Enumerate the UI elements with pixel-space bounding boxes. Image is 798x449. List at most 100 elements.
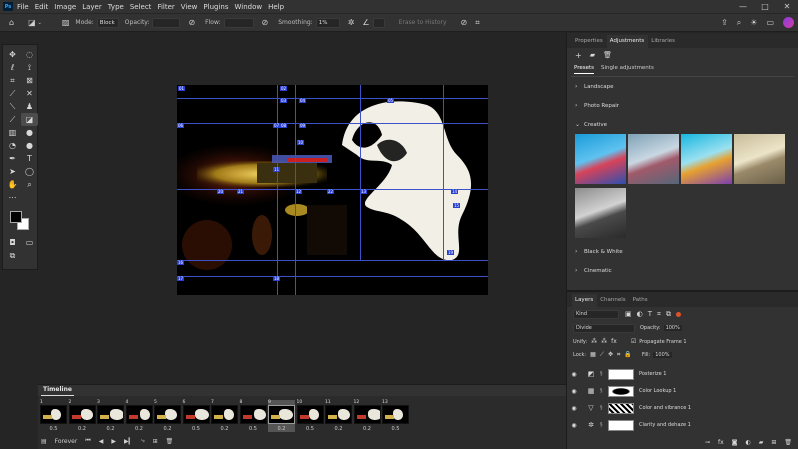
move-icon[interactable]: ✥ bbox=[4, 48, 21, 61]
new-adjustment-icon[interactable]: ◐ bbox=[745, 439, 750, 446]
slice-label[interactable]: 02 bbox=[280, 86, 288, 91]
airbrush-icon[interactable]: ⊘ bbox=[262, 18, 269, 27]
fx-icon[interactable]: fx bbox=[718, 439, 724, 446]
folder-icon[interactable]: ▰ bbox=[590, 51, 595, 59]
filter-adjustment-icon[interactable]: ◐ bbox=[637, 310, 643, 318]
frame-delay[interactable]: 0.2 bbox=[154, 426, 181, 432]
menu-plugins[interactable]: Plugins bbox=[203, 3, 228, 11]
layer-mask[interactable] bbox=[608, 402, 634, 414]
menu-type[interactable]: Type bbox=[108, 3, 124, 11]
next-frame-icon[interactable]: ▶▎ bbox=[124, 438, 133, 445]
slice-label[interactable]: 05 bbox=[387, 98, 395, 103]
unify-style-icon[interactable]: fx bbox=[611, 338, 617, 345]
new-frame-icon[interactable]: ⊞ bbox=[153, 438, 158, 445]
loop-select[interactable]: Forever bbox=[55, 438, 78, 445]
link-icon[interactable]: § bbox=[600, 405, 606, 411]
subtab-single-adjustments[interactable]: Single adjustments bbox=[601, 65, 654, 73]
slice-label[interactable]: 12 bbox=[295, 189, 303, 194]
frame-delay[interactable]: 0.2 bbox=[325, 426, 352, 432]
blend-mode-select[interactable]: Divide bbox=[573, 323, 635, 333]
frame-thumbnail[interactable] bbox=[268, 405, 295, 424]
home-icon[interactable]: ⌂ bbox=[9, 18, 14, 27]
timeline-frame[interactable]: 10 0.5 bbox=[296, 400, 324, 432]
lock-position-icon[interactable]: ✥ bbox=[608, 351, 613, 358]
erase-to-history-label[interactable]: Erase to History bbox=[399, 19, 447, 26]
search-icon[interactable]: ⌕ bbox=[737, 18, 741, 28]
frame-delay[interactable]: 0.2 bbox=[268, 426, 295, 432]
filter-shape-icon[interactable]: ⌗ bbox=[657, 310, 661, 319]
slice-label[interactable]: 09 bbox=[299, 123, 307, 128]
propagate-checkbox[interactable]: ☑ bbox=[631, 338, 636, 345]
frame-thumbnail[interactable] bbox=[239, 405, 267, 424]
opacity-field[interactable] bbox=[152, 17, 181, 28]
slice-label[interactable]: 11 bbox=[273, 167, 281, 172]
frame-icon[interactable]: ⊠ bbox=[21, 74, 38, 87]
foreground-color[interactable] bbox=[10, 211, 22, 223]
workspace-icon[interactable]: ▭ bbox=[766, 18, 774, 27]
frame-thumbnail[interactable] bbox=[97, 405, 124, 424]
frame-thumbnail[interactable] bbox=[296, 405, 324, 424]
layer-name[interactable]: Posterize 1 bbox=[639, 371, 666, 377]
pressure-size-icon[interactable]: ⊘ bbox=[461, 18, 468, 27]
link-layers-icon[interactable]: ⊸ bbox=[705, 439, 710, 446]
close-button[interactable]: ✕ bbox=[776, 0, 798, 13]
tab-layers[interactable]: Layers bbox=[572, 294, 598, 307]
kind-filter[interactable]: Kind bbox=[573, 309, 619, 319]
symmetry-icon[interactable]: ⌗ bbox=[475, 18, 480, 28]
tab-channels[interactable]: Channels bbox=[597, 297, 629, 307]
discover-icon[interactable]: ☀ bbox=[750, 18, 757, 27]
timeline-frame[interactable]: 2 0.2 bbox=[68, 400, 96, 432]
slice-label[interactable]: 22 bbox=[327, 189, 335, 194]
quick-select-icon[interactable]: ⟟ bbox=[21, 61, 38, 74]
color-swatches[interactable] bbox=[3, 208, 37, 234]
timeline-frame[interactable]: 5 0.2 bbox=[154, 400, 181, 432]
smoothing-field[interactable]: 1% bbox=[315, 17, 340, 28]
play-icon[interactable]: ▶ bbox=[111, 438, 116, 445]
slice-label[interactable]: 19 bbox=[447, 250, 455, 255]
document-canvas[interactable]: 01 02 03 04 05 06 07 08 09 10 11 12 13 14 15 16 17 18 19 20… bbox=[177, 85, 488, 295]
menu-filter[interactable]: Filter bbox=[157, 3, 174, 11]
slice-label[interactable]: 17 bbox=[177, 276, 185, 281]
fill-field[interactable]: 100% bbox=[653, 351, 672, 358]
layer-row[interactable]: ◉ ▦ § Color Lookup 1 bbox=[567, 383, 793, 399]
timeline-frame[interactable]: 7 0.2 bbox=[211, 400, 238, 432]
delete-frame-icon[interactable]: 🗑 bbox=[166, 438, 174, 445]
frame-delay[interactable]: 0.2 bbox=[126, 426, 153, 432]
dodge-icon[interactable]: ◔ bbox=[4, 139, 21, 152]
lock-all-icon[interactable]: 🔒 bbox=[624, 351, 631, 358]
timeline-frame[interactable]: 4 0.2 bbox=[125, 400, 153, 432]
eraser-tool-icon[interactable]: ◪ bbox=[28, 18, 36, 27]
quick-mask-icon[interactable]: ◘ bbox=[4, 236, 21, 249]
tween-icon[interactable]: ⤷ bbox=[141, 437, 144, 445]
layer-name[interactable]: Color Lookup 1 bbox=[639, 388, 676, 394]
slice-label[interactable]: 01 bbox=[178, 86, 186, 91]
gradient-icon[interactable]: ▥ bbox=[4, 126, 21, 139]
tab-adjustments[interactable]: Adjustments bbox=[606, 35, 649, 48]
visibility-icon[interactable]: ◉ bbox=[567, 422, 581, 429]
menu-window[interactable]: Window bbox=[234, 3, 262, 11]
add-icon[interactable]: + bbox=[575, 51, 582, 60]
filter-smart-icon[interactable]: ⧉ bbox=[666, 310, 671, 319]
pen-icon[interactable]: ✒ bbox=[4, 152, 21, 165]
section-black-white[interactable]: › Black & White bbox=[567, 242, 798, 261]
layer-mask[interactable] bbox=[608, 368, 634, 380]
hand-icon[interactable]: ✋ bbox=[4, 178, 21, 191]
frame-delay[interactable]: 0.5 bbox=[240, 426, 267, 432]
slice-label[interactable]: 16 bbox=[177, 260, 185, 265]
frame-thumbnail[interactable] bbox=[353, 405, 381, 424]
menu-edit[interactable]: Edit bbox=[35, 3, 49, 11]
slice-label[interactable]: 04 bbox=[299, 98, 307, 103]
layer-row[interactable]: ◉ ▽ § Color and vibrance 1 bbox=[567, 400, 793, 416]
lock-transparent-icon[interactable]: ▦ bbox=[590, 351, 596, 358]
slice-label[interactable]: 13 bbox=[360, 189, 368, 194]
timeline-frame[interactable]: 3 0.2 bbox=[97, 400, 124, 432]
timeline-frame[interactable]: 12 0.2 bbox=[353, 400, 381, 432]
menu-select[interactable]: Select bbox=[130, 3, 152, 11]
filter-pixel-icon[interactable]: ▣ bbox=[625, 310, 632, 318]
menu-view[interactable]: View bbox=[181, 3, 198, 11]
prev-frame-icon[interactable]: ◀ bbox=[99, 438, 104, 445]
preset-thumbnail[interactable] bbox=[681, 134, 732, 184]
convert-icon[interactable]: ▤ bbox=[41, 438, 47, 445]
frame-delay[interactable]: 0.2 bbox=[211, 426, 238, 432]
frame-delay[interactable]: 0.2 bbox=[354, 426, 381, 432]
